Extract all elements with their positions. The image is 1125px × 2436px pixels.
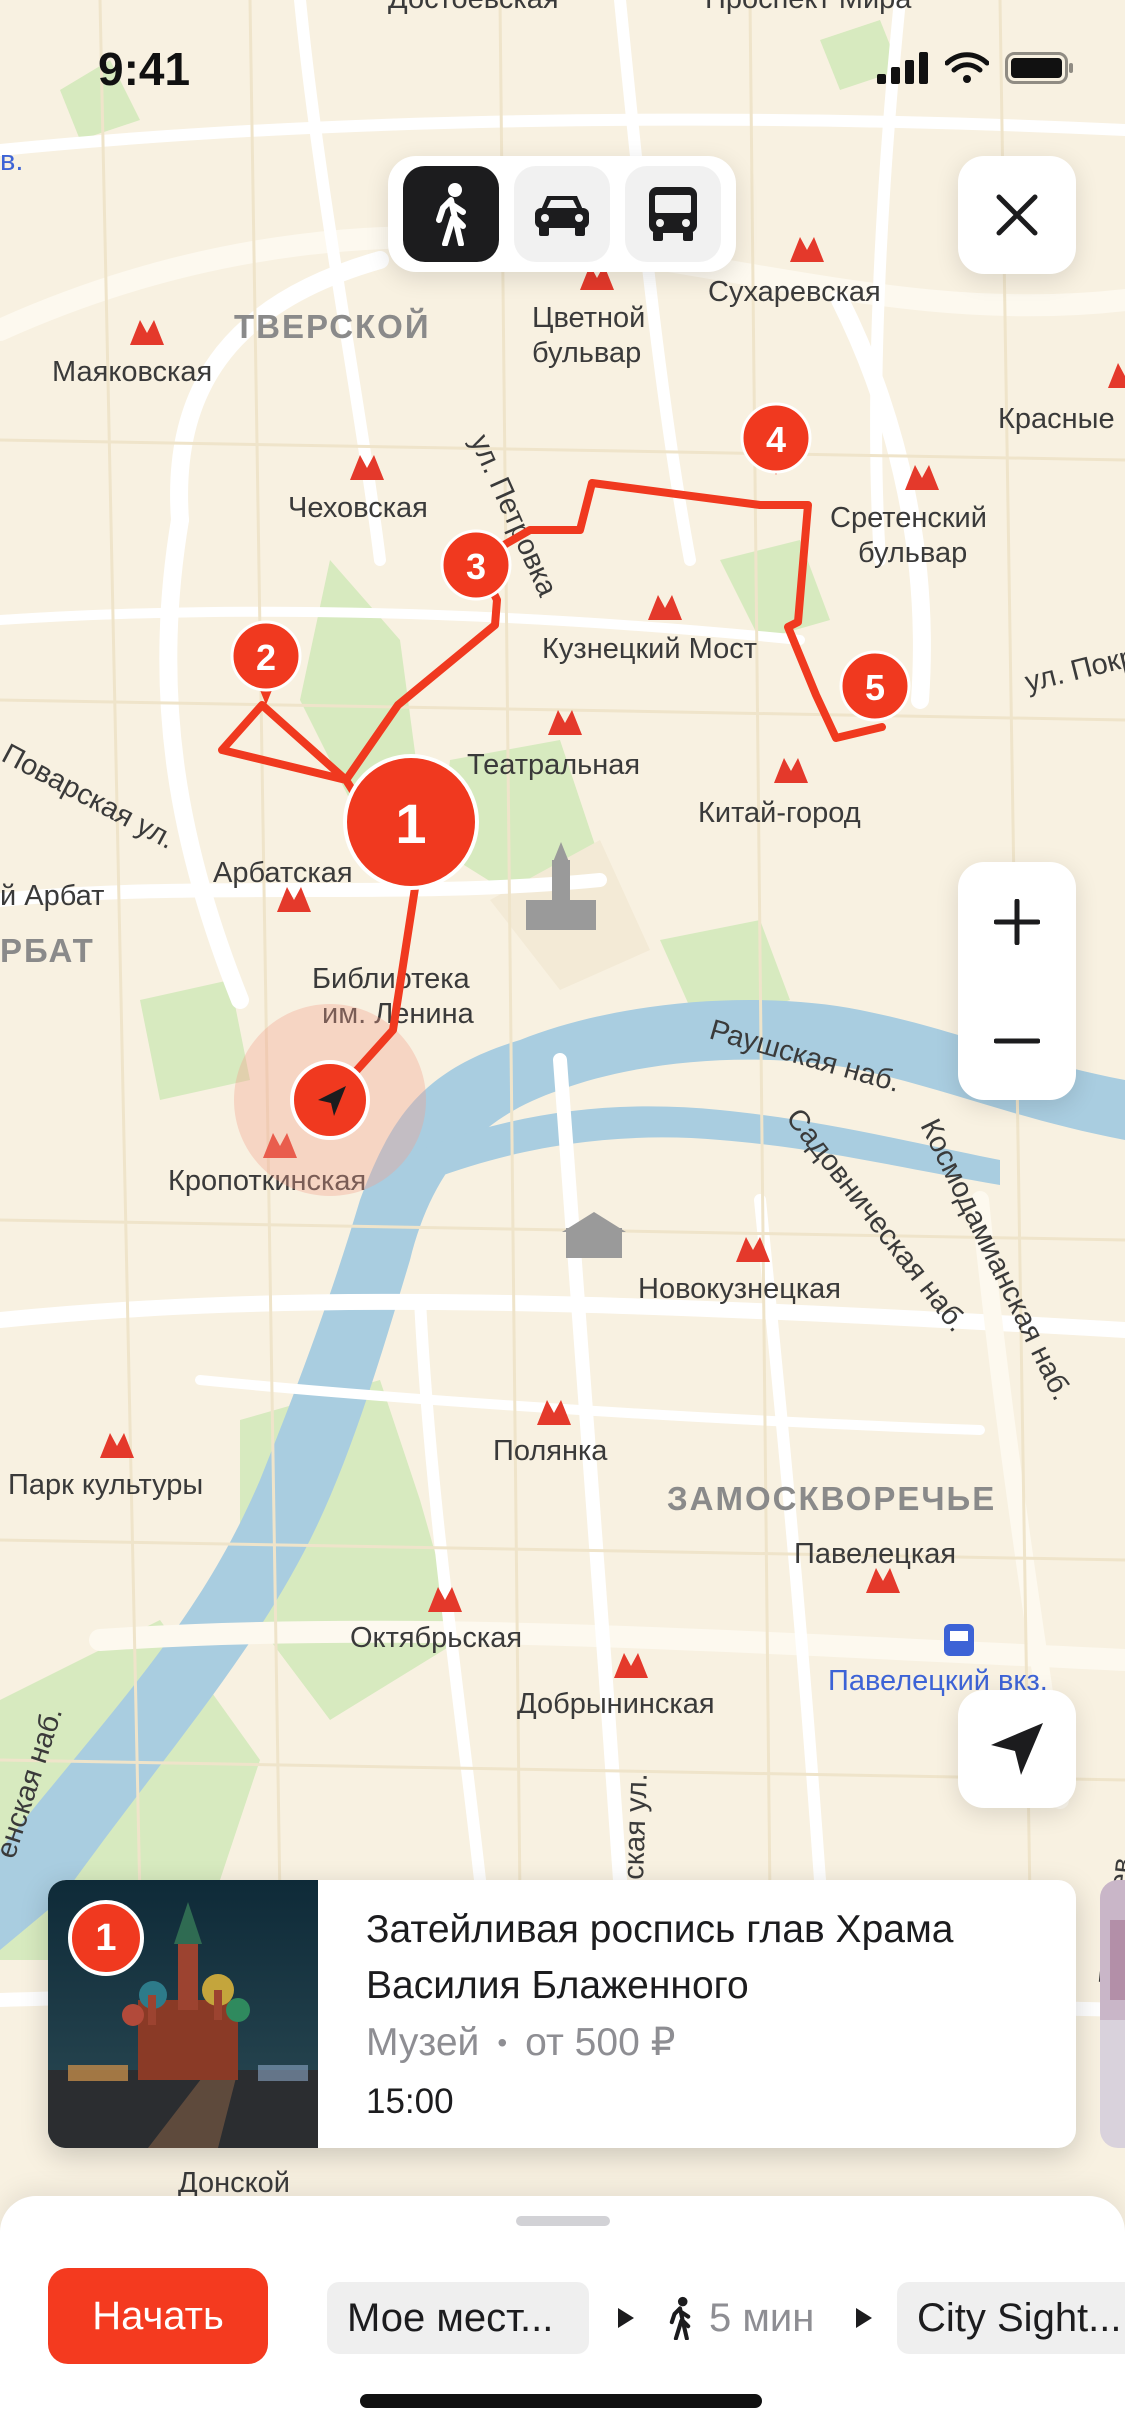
bus-icon [648,187,697,241]
map-label: ская ул. [618,1773,654,1881]
car-mode-button[interactable] [513,166,610,262]
map-label: Театральная [467,749,640,781]
status-icons [877,52,1075,84]
map-label: Красные [998,403,1115,435]
route-from-chip[interactable]: Мое мест... [327,2282,589,2354]
user-location-marker [290,1060,370,1140]
cellular-signal-icon [877,52,928,84]
zoom-controls [958,862,1076,1100]
map-label: Добрынинская [517,1688,715,1720]
duration-text: 5 мин [709,2295,815,2340]
meta-separator: • [497,2026,508,2058]
route-point-label: 3 [466,546,486,587]
map-label: й Арбат [0,880,104,912]
route-point-label: 4 [766,419,786,460]
home-indicator [360,2394,762,2408]
zoom-out-button[interactable] [958,981,1076,1100]
district-label: ТВЕРСКОЙ [234,307,431,345]
map-label: бульвар [858,537,967,569]
map-label: Сретенский [830,502,987,534]
next-place-card-peek[interactable] [1100,1880,1125,2148]
route-point-label: 2 [256,637,276,678]
close-icon [996,194,1038,236]
map-label: в. [0,145,23,177]
zoom-in-button[interactable] [958,862,1076,981]
place-price: от 500 ₽ [525,2021,676,2064]
place-number-badge: 1 [68,1900,144,1976]
map-label: Донской [178,2167,290,2199]
map-label: Цветной [532,302,645,334]
place-title: Затейливая роспись глав Храма Василия Бл… [366,1908,954,2007]
chevron-right-icon [856,2308,872,2328]
transport-mode-switch [388,156,736,272]
walk-mode-button[interactable] [403,166,500,262]
map-label: Арбатская [213,857,353,889]
place-category: Музей [366,2020,480,2064]
map-label: бульвар [532,337,641,369]
wifi-icon [945,52,989,83]
start-button[interactable]: Начать [48,2268,268,2364]
place-time: 15:00 [366,2082,454,2121]
district-label: РБАТ [0,932,95,969]
map-label: Библиотека [312,963,471,995]
bus-mode-button[interactable] [624,166,721,262]
status-bar: 9:41 [0,0,1125,140]
route-point-1[interactable]: 1 [343,754,479,890]
minus-icon [994,1038,1040,1043]
chevron-right-icon [618,2308,634,2328]
map-label: Маяковская [52,356,212,388]
map-label: Новокузнецкая [638,1273,841,1305]
close-button[interactable] [958,156,1076,274]
plus-icon [994,898,1040,945]
walking-icon [436,183,467,246]
battery-icon [1005,52,1073,84]
walking-icon [669,2296,691,2340]
route-point-3[interactable]: 3 [440,529,512,601]
map-label: Парк культуры [8,1469,203,1501]
map-label: Полянка [493,1435,608,1467]
map-label: Павелецкая [794,1538,956,1570]
place-meta: Музей • от 500 ₽ [366,2020,675,2065]
map-label: Китай-город [698,797,861,829]
navigation-arrow-icon [991,1723,1043,1775]
route-duration: 5 мин [665,2286,814,2350]
my-location-button[interactable] [958,1690,1076,1808]
car-icon [534,196,589,236]
sheet-grabber[interactable] [516,2216,610,2226]
train-station-icon [944,1624,974,1656]
map-label: Кузнецкий Мост [542,633,757,665]
district-label: ЗАМОСКВОРЕЧЬЕ [667,1480,996,1517]
status-time: 9:41 [98,43,191,95]
map-label: Октябрьская [350,1622,522,1654]
place-card[interactable]: 1 Затейливая роспись глав Храма Василия … [48,1880,1076,2148]
map-label: Чеховская [288,492,428,524]
route-point-5[interactable]: 5 [839,650,911,722]
map-label: Сухаревская [708,276,881,308]
route-to-chip[interactable]: City Sight... [897,2282,1125,2354]
route-point-label: 1 [395,792,426,855]
route-point-label: 5 [865,667,885,708]
